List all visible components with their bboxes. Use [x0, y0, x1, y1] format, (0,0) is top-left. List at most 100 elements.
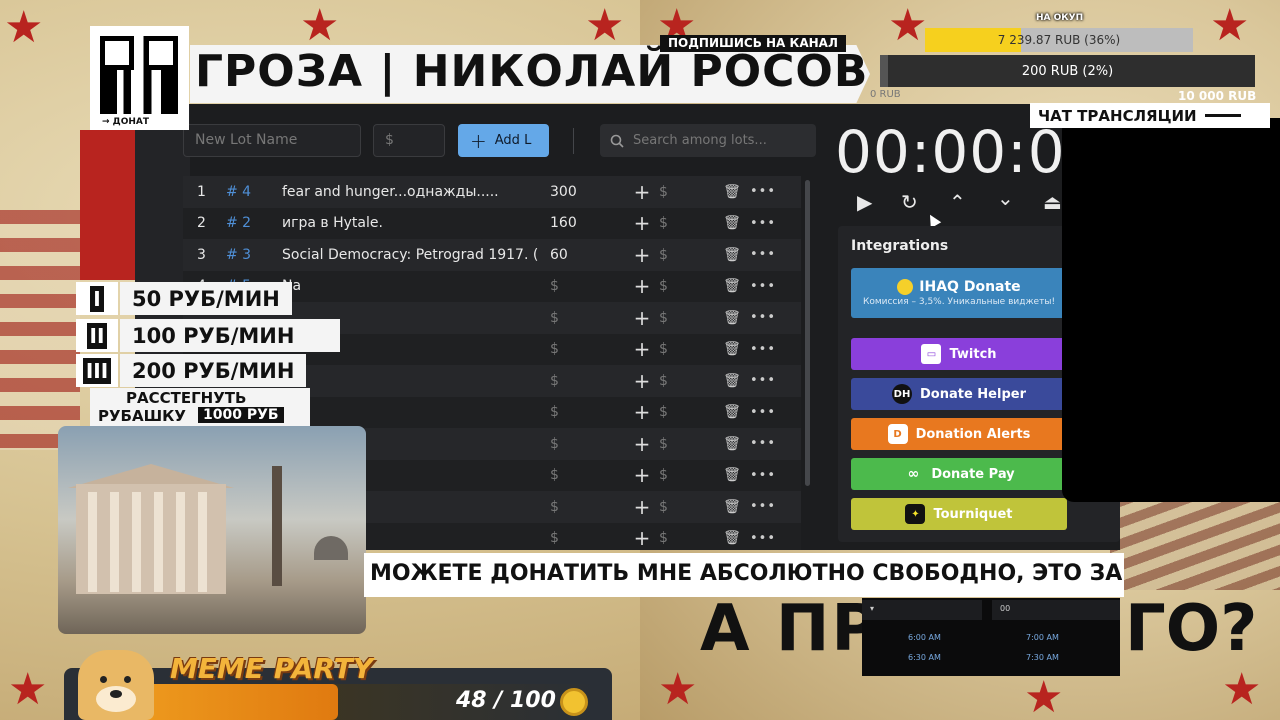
- more-icon[interactable]: •••: [747, 531, 779, 546]
- more-icon[interactable]: •••: [747, 436, 779, 451]
- more-icon[interactable]: •••: [747, 216, 779, 231]
- lot-amount[interactable]: $: [542, 404, 627, 420]
- lot-row[interactable]: 3 # 3 Social Democracy: Petrograd 1917. (6…: [183, 239, 801, 271]
- dollar-icon[interactable]: $: [657, 278, 717, 294]
- twitch-label: Twitch: [949, 346, 997, 362]
- tourniquet-button[interactable]: ✦ Tourniquet: [851, 498, 1067, 530]
- lot-amount[interactable]: $: [542, 467, 627, 483]
- lot-amount[interactable]: $: [542, 278, 627, 294]
- donation-alerts-button[interactable]: D Donation Alerts: [851, 418, 1067, 450]
- dollar-icon[interactable]: $: [657, 341, 717, 357]
- lot-amount[interactable]: 300: [542, 184, 627, 200]
- plus-icon[interactable]: +: [627, 495, 657, 519]
- eject-icon[interactable]: ⏏: [1043, 190, 1062, 214]
- trash-icon[interactable]: 🗑: [717, 278, 747, 294]
- trash-icon[interactable]: 🗑: [717, 310, 747, 326]
- lot-amount[interactable]: $: [542, 499, 627, 515]
- donate-helper-button[interactable]: DH Donate Helper: [851, 378, 1067, 410]
- plus-icon[interactable]: +: [627, 306, 657, 330]
- trash-icon[interactable]: 🗑: [717, 247, 747, 263]
- play-icon[interactable]: ▶: [857, 190, 872, 214]
- plus-icon[interactable]: +: [627, 211, 657, 235]
- dollar-icon[interactable]: $: [657, 373, 717, 389]
- plus-icon[interactable]: +: [627, 463, 657, 487]
- trash-icon[interactable]: 🗑: [717, 215, 747, 231]
- reset-icon[interactable]: ↻: [901, 190, 918, 214]
- trash-icon[interactable]: 🗑: [717, 184, 747, 200]
- alarm-time[interactable]: 6:00 AM: [908, 633, 941, 642]
- more-icon[interactable]: •••: [747, 310, 779, 325]
- alarm-time[interactable]: 6:30 AM: [908, 653, 941, 662]
- donate-pay-button[interactable]: ∞ Donate Pay: [851, 458, 1067, 490]
- dollar-icon[interactable]: $: [657, 530, 717, 546]
- lot-name[interactable]: Social Democracy: Petrograd 1917. (: [282, 247, 542, 263]
- minute-select[interactable]: 00: [992, 600, 1120, 620]
- plus-icon[interactable]: +: [627, 432, 657, 456]
- more-icon[interactable]: •••: [747, 499, 779, 514]
- plus-icon[interactable]: +: [627, 369, 657, 393]
- trash-icon[interactable]: 🗑: [717, 341, 747, 357]
- lot-amount-input[interactable]: $: [373, 124, 445, 157]
- more-icon[interactable]: •••: [747, 247, 779, 262]
- twitch-button[interactable]: ▭ Twitch: [851, 338, 1067, 370]
- dollar-icon[interactable]: $: [657, 404, 717, 420]
- dollar-icon[interactable]: $: [657, 499, 717, 515]
- plus-icon[interactable]: +: [627, 274, 657, 298]
- trash-icon[interactable]: 🗑: [717, 530, 747, 546]
- ihaq-donate-button[interactable]: IHAQ Donate Комиссия – 3,5%. Уникальные …: [851, 268, 1067, 318]
- dollar-icon[interactable]: $: [657, 184, 717, 200]
- plus-icon[interactable]: +: [627, 243, 657, 267]
- lot-name[interactable]: ne: [282, 404, 542, 420]
- plus-icon[interactable]: +: [627, 180, 657, 204]
- lot-amount[interactable]: 160: [542, 215, 627, 231]
- trash-icon[interactable]: 🗑: [717, 404, 747, 420]
- dollar-icon[interactable]: $: [657, 215, 717, 231]
- lot-search-input[interactable]: Search among lots...: [600, 124, 816, 157]
- lot-amount[interactable]: 60: [542, 247, 627, 263]
- more-icon[interactable]: •••: [747, 279, 779, 294]
- alarm-time[interactable]: 7:00 AM: [1026, 633, 1059, 642]
- trash-icon[interactable]: 🗑: [717, 467, 747, 483]
- new-lot-name-input[interactable]: New Lot Name: [183, 124, 361, 157]
- lot-amount[interactable]: $: [542, 373, 627, 389]
- chevron-down-icon[interactable]: ⌄: [997, 186, 1014, 210]
- stream-title: ГРОЗА | НИКОЛАЙ РОСОВ: [195, 46, 869, 97]
- more-icon[interactable]: •••: [747, 373, 779, 388]
- add-lot-button[interactable]: + Add L: [458, 124, 549, 157]
- chevron-up-icon[interactable]: ⌃: [949, 190, 966, 214]
- goal-progress-text-1: 7 239.87 RUB (36%): [997, 33, 1121, 47]
- cathedral-dome: [314, 536, 348, 560]
- more-icon[interactable]: •••: [747, 468, 779, 483]
- dollar-icon[interactable]: $: [657, 467, 717, 483]
- shirt-goal: РАССТЕГНУТЬ РУБАШКУ 1000 РУБ: [90, 388, 310, 428]
- more-icon[interactable]: •••: [747, 405, 779, 420]
- plus-icon[interactable]: +: [627, 526, 657, 550]
- dollar-icon[interactable]: $: [657, 310, 717, 326]
- plus-icon[interactable]: +: [627, 337, 657, 361]
- trash-icon[interactable]: 🗑: [717, 436, 747, 452]
- lot-amount[interactable]: $: [542, 310, 627, 326]
- lot-name[interactable]: Na: [282, 278, 542, 294]
- donation-alerts-icon: D: [887, 424, 908, 444]
- hour-select[interactable]: ▾: [862, 600, 982, 620]
- lot-row[interactable]: 2 # 2 игра в Hytale. 160 + $ 🗑 •••: [183, 207, 801, 239]
- lot-name[interactable]: fear and hunger...однажды.....: [282, 184, 542, 200]
- lot-amount[interactable]: $: [542, 436, 627, 452]
- lot-amount[interactable]: $: [542, 530, 627, 546]
- dollar-icon[interactable]: $: [657, 247, 717, 263]
- trash-icon[interactable]: 🗑: [717, 499, 747, 515]
- alarm-time[interactable]: 7:30 AM: [1026, 653, 1059, 662]
- lot-table-scrollbar[interactable]: [805, 180, 810, 486]
- dollar-icon[interactable]: $: [657, 436, 717, 452]
- more-icon[interactable]: •••: [747, 342, 779, 357]
- lot-id: # 3: [226, 246, 252, 263]
- goal-max-value: 10 000 RUB: [1178, 89, 1257, 103]
- more-icon[interactable]: •••: [747, 184, 779, 199]
- lot-name[interactable]: игра в Hytale.: [282, 215, 542, 231]
- doge-nose: [110, 690, 122, 698]
- lot-row[interactable]: 1 # 4 fear and hunger...однажды..... 300 + $ 🗑…: [183, 176, 801, 208]
- trash-icon[interactable]: 🗑: [717, 373, 747, 389]
- lot-amount[interactable]: $: [542, 341, 627, 357]
- plus-icon[interactable]: +: [627, 400, 657, 424]
- star-icon: ★: [888, 0, 928, 51]
